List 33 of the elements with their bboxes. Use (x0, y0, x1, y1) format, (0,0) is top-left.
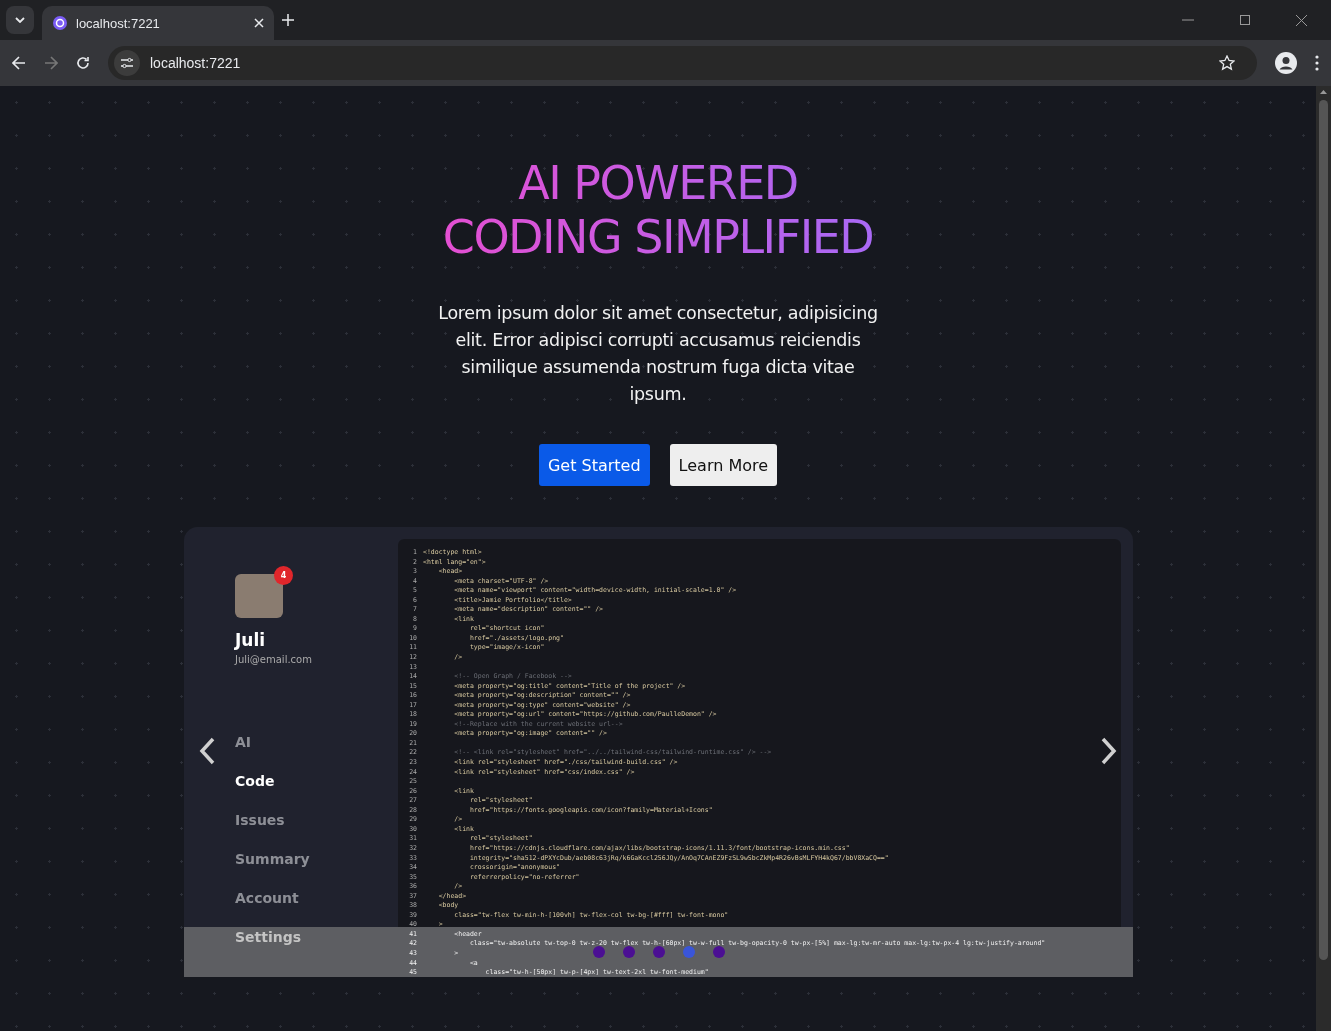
new-tab-icon[interactable] (282, 14, 294, 26)
back-arrow-icon[interactable] (12, 56, 26, 70)
star-icon[interactable] (1219, 55, 1235, 71)
hero-description: Lorem ipsum dolor sit amet consectetur, adipisicing elit. Error adipisci corrupti accusamus reiciendis similique assumenda nostrum fuga dicta vitae ipsum. (437, 302, 879, 406)
nav-item[interactable]: AI (235, 733, 252, 752)
get-started-button[interactable]: Get Started (538, 444, 650, 486)
nav-item[interactable]: Settings (235, 928, 302, 947)
nav-item[interactable]: Account (235, 889, 299, 908)
reload-icon[interactable] (76, 56, 90, 70)
site-settings-icon[interactable] (120, 57, 134, 69)
tab-title: localhost:7221 (76, 15, 161, 31)
nav-item[interactable]: Summary (235, 850, 310, 869)
profile-name: Juli (235, 630, 267, 650)
profile-email: Juli@email.com (235, 654, 313, 665)
tab-list-button[interactable] (6, 6, 34, 34)
url-text: localhost:7221 (150, 55, 242, 71)
notification-badge: 4 (274, 566, 293, 585)
scroll-up-icon[interactable] (1320, 90, 1327, 94)
avatar-photo-placeholder (235, 574, 283, 618)
nav-item[interactable]: Code (235, 772, 275, 791)
menu-icon[interactable] (1315, 55, 1319, 71)
address-bar[interactable]: localhost:7221 (108, 46, 1257, 80)
scrollbar[interactable] (1316, 86, 1331, 1031)
forward-arrow-icon[interactable] (44, 56, 58, 70)
profile-icon[interactable] (1275, 52, 1297, 74)
chevron-right-icon[interactable] (1101, 737, 1117, 765)
learn-more-button[interactable]: Learn More (669, 444, 778, 486)
browser-tab[interactable]: localhost:7221 (42, 6, 274, 40)
close-icon[interactable] (1296, 14, 1307, 26)
nav-item[interactable]: Issues (235, 811, 285, 830)
chevron-left-icon[interactable] (199, 737, 215, 765)
chevron-down-icon (15, 17, 25, 23)
maximize-icon[interactable] (1240, 15, 1250, 25)
